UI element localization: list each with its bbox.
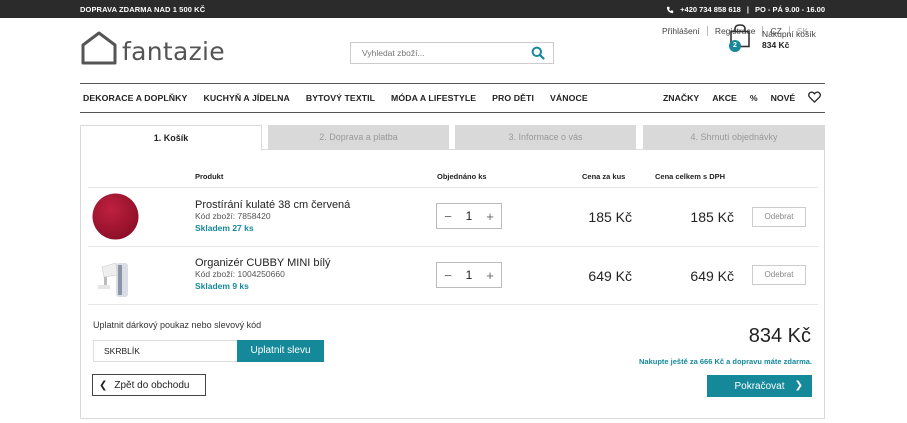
step-info[interactable]: 3. Informace o vás — [455, 125, 636, 150]
secondary-nav: ZNAČKY AKCE % NOVÉ — [663, 91, 822, 103]
nav-item-decorations[interactable]: DEKORACE A DOPLŇKY — [83, 93, 187, 103]
cart-count-badge: 2 — [729, 40, 741, 52]
column-header-product: Produkt — [195, 172, 224, 181]
search-input[interactable] — [351, 43, 527, 63]
product-name[interactable]: Prostírání kulaté 38 cm červená — [195, 199, 350, 211]
nav-item-kids[interactable]: PRO DĚTI — [492, 93, 534, 103]
product-name[interactable]: Organizér CUBBY MINI bílý — [195, 257, 331, 269]
free-shipping-progress-note: Nakupte ještě za 666 Kč a dopravu máte z… — [639, 357, 812, 366]
organizer-image — [98, 262, 128, 297]
search-icon[interactable] — [531, 46, 545, 60]
quantity-stepper: − 1 + — [436, 262, 502, 288]
nav-item-sale[interactable]: AKCE — [712, 93, 737, 103]
logo-wordmark: fantazie — [122, 37, 225, 66]
nav-item-christmas[interactable]: VÁNOCE — [550, 93, 588, 103]
continue-button-label: Pokračovat — [734, 380, 785, 392]
divider: | — [746, 5, 749, 14]
step-cart[interactable]: 1. Košík — [80, 125, 262, 151]
increase-quantity-button[interactable]: + — [484, 269, 496, 282]
column-header-total-price: Cena celkem s DPH — [655, 172, 726, 181]
unit-price: 649 Kč — [588, 268, 632, 284]
nav-item-discount[interactable]: % — [750, 93, 758, 103]
cart-total: 834 Kč — [762, 40, 790, 50]
divider — [88, 246, 818, 247]
house-logo-icon — [81, 31, 117, 65]
step-shipping[interactable]: 2. Doprava a platba — [268, 125, 449, 150]
voucher-label: Uplatnit dárkový poukaz nebo slevový kód — [93, 320, 262, 330]
remove-item-button[interactable]: Odebrat — [752, 265, 806, 285]
phone-icon — [666, 6, 674, 13]
increase-quantity-button[interactable]: + — [484, 210, 496, 223]
product-image-placemat[interactable] — [92, 193, 139, 240]
quantity-value[interactable]: 1 — [466, 268, 473, 282]
login-link[interactable]: Přihlášení — [662, 26, 700, 36]
search-box — [350, 42, 554, 64]
decrease-quantity-button[interactable]: − — [442, 210, 454, 223]
divider — [88, 187, 818, 188]
divider — [706, 26, 708, 36]
red-placemat-image — [92, 193, 139, 240]
quantity-value[interactable]: 1 — [466, 209, 473, 223]
unit-price: 185 Kč — [588, 209, 632, 225]
remove-item-button[interactable]: Odebrat — [752, 207, 806, 227]
step-summary[interactable]: 4. Shrnutí objednávky — [643, 125, 825, 150]
back-to-shop-button[interactable]: ❮ Zpět do obchodu — [92, 374, 206, 396]
back-button-label: Zpět do obchodu — [114, 379, 190, 391]
line-total: 185 Kč — [690, 209, 734, 225]
product-image-organizer[interactable] — [96, 255, 138, 299]
free-shipping-notice: DOPRAVA ZDARMA NAD 1 500 KČ — [80, 5, 206, 14]
heart-icon[interactable] — [808, 91, 822, 103]
cart-widget[interactable]: 2 Nákupní košík 834 Kč — [729, 24, 829, 58]
apply-voucher-button[interactable]: Uplatnit slevu — [237, 340, 324, 362]
column-header-unit-price: Cena za kus — [582, 172, 626, 181]
nav-item-new[interactable]: NOVÉ — [771, 93, 796, 103]
cart-label: Nákupní košík — [762, 29, 816, 39]
divider — [88, 304, 818, 305]
phone-number[interactable]: +420 734 858 618 — [680, 5, 741, 14]
stock-status: Skladem 9 ks — [195, 281, 249, 291]
divider — [80, 83, 825, 84]
continue-button[interactable]: Pokračovat ❯ — [707, 375, 812, 397]
main-nav: DEKORACE A DOPLŇKY KUCHYŇ A JÍDELNA BYTO… — [83, 93, 604, 103]
checkout-steps: 1. Košík 2. Doprava a platba 3. Informac… — [80, 125, 825, 151]
nav-item-kitchen[interactable]: KUCHYŇ A JÍDELNA — [203, 93, 289, 103]
voucher-code-input[interactable]: SKRBLÍK — [93, 340, 238, 362]
chevron-right-icon: ❯ — [794, 380, 803, 391]
product-code: Kód zboží: 7858420 — [195, 211, 271, 221]
contact-info: +420 734 858 618 | PO - PÁ 9.00 - 16.00 — [666, 5, 825, 14]
opening-hours: PO - PÁ 9.00 - 16.00 — [754, 5, 825, 14]
nav-item-textile[interactable]: BYTOVÝ TEXTIL — [306, 93, 375, 103]
quantity-stepper: − 1 + — [436, 203, 502, 229]
stock-status: Skladem 27 ks — [195, 223, 254, 233]
decrease-quantity-button[interactable]: − — [442, 269, 454, 282]
line-total: 649 Kč — [690, 268, 734, 284]
divider — [80, 112, 825, 113]
nav-item-brands[interactable]: ZNAČKY — [663, 93, 699, 103]
column-header-ordered: Objednáno ks — [437, 172, 487, 181]
grand-total: 834 Kč — [748, 325, 811, 347]
product-code: Kód zboží: 1004250660 — [195, 269, 285, 279]
logo[interactable]: fantazie — [80, 30, 225, 66]
chevron-left-icon: ❮ — [99, 379, 108, 391]
top-bar: DOPRAVA ZDARMA NAD 1 500 KČ +420 734 858… — [0, 0, 907, 18]
nav-item-fashion[interactable]: MÓDA A LIFESTYLE — [391, 93, 476, 103]
